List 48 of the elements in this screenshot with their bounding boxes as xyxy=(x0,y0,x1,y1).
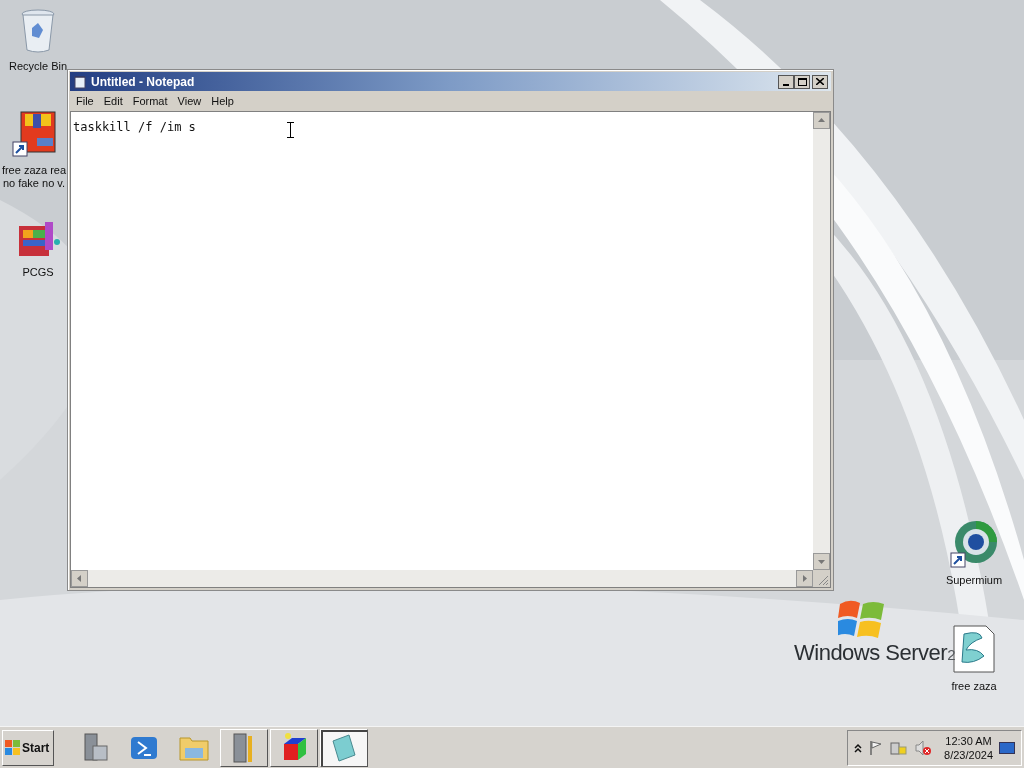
terminal-icon xyxy=(129,734,159,761)
browser-icon xyxy=(950,520,998,568)
windows-flag-icon xyxy=(838,598,886,640)
scroll-down-icon xyxy=(813,553,830,570)
close-icon xyxy=(816,78,824,85)
vertical-scrollbar[interactable] xyxy=(813,112,830,570)
window-title: Untitled - Notepad xyxy=(91,73,195,91)
clock-time: 12:30 AM xyxy=(945,733,992,748)
chevron-up-icon[interactable] xyxy=(854,742,863,753)
clock-date: 8/23/2024 xyxy=(944,747,993,762)
text-cursor-icon xyxy=(287,122,294,138)
text-area[interactable]: taskkill /f /im s xyxy=(70,111,831,588)
menu-item[interactable]: File xyxy=(72,92,98,110)
start-button[interactable]: Start xyxy=(2,729,54,766)
windows-flag-icon xyxy=(5,740,21,755)
recycle-bin-icon xyxy=(20,8,56,54)
minimize-icon xyxy=(783,83,789,86)
menu-item[interactable]: View xyxy=(173,92,206,110)
close-button[interactable] xyxy=(812,74,828,89)
scroll-right-icon xyxy=(796,570,813,587)
windows-logo-text: Windows Server xyxy=(794,640,948,666)
taskbar-button[interactable] xyxy=(270,728,318,767)
scroll-left-icon xyxy=(71,570,88,587)
icon-label: Recycle Bin xyxy=(8,60,68,73)
notepad-icon xyxy=(73,74,87,89)
notepad-icon xyxy=(329,732,359,763)
icon-label: free zaza rea xyxy=(1,164,67,177)
menu-item[interactable]: Help xyxy=(207,92,238,110)
resize-grip-icon[interactable] xyxy=(813,570,830,587)
icon-label: PCGS xyxy=(22,266,54,279)
taskbar-button[interactable] xyxy=(220,728,268,767)
version-text: 2 xyxy=(947,646,956,664)
icon-label: no fake no v. xyxy=(2,177,66,190)
scroll-up-icon xyxy=(813,112,830,129)
icon-label: Supermium xyxy=(945,574,1003,587)
minimize-button[interactable] xyxy=(778,74,794,89)
menu-item[interactable]: Edit xyxy=(99,92,127,110)
maximize-icon xyxy=(797,77,807,86)
show-desktop-icon[interactable] xyxy=(999,741,1015,754)
menu-item[interactable]: Format xyxy=(128,92,172,110)
shortcut-box-icon xyxy=(11,110,57,158)
document-text: taskkill /f /im s xyxy=(73,120,196,134)
clock[interactable]: 12:30 AM 8/23/2024 xyxy=(944,733,993,762)
taskbar-button[interactable] xyxy=(320,728,368,767)
speaker-muted-icon[interactable] xyxy=(914,739,933,756)
horizontal-scrollbar[interactable] xyxy=(71,570,813,587)
icon-label: free zaza xyxy=(951,680,997,693)
maximize-button[interactable] xyxy=(794,74,810,89)
